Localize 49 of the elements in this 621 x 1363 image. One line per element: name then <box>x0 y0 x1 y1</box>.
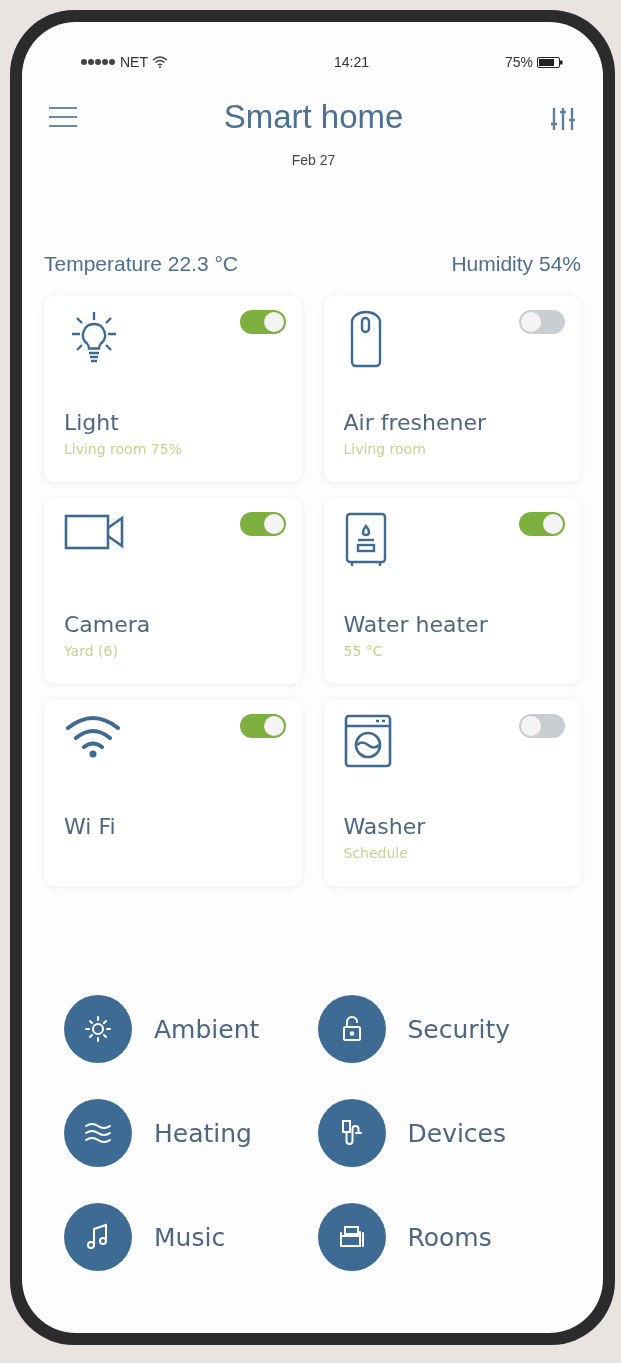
device-card[interactable]: Wi Fi <box>44 700 302 886</box>
plug-icon <box>317 1099 386 1167</box>
app-title: Smart home <box>223 98 404 136</box>
toggle-switch[interactable] <box>239 310 286 334</box>
device-detail: Living room <box>343 441 427 457</box>
toggle-switch[interactable] <box>519 512 565 536</box>
washing-machine-icon <box>343 714 392 768</box>
music-note-icon <box>64 1203 132 1271</box>
category-button[interactable]: Music <box>64 1203 318 1271</box>
device-name: Camera <box>64 612 152 637</box>
device-card[interactable]: Water heater 55 °C <box>323 498 581 684</box>
category-button[interactable]: Heating <box>64 1099 318 1167</box>
humidity-text: Humidity 54% <box>451 252 581 276</box>
device-detail: 55 °C <box>343 643 384 659</box>
waves-icon <box>64 1099 132 1167</box>
wifi-icon <box>64 714 122 758</box>
category-button[interactable]: Devices <box>317 1099 571 1167</box>
device-detail: Schedule <box>343 845 409 861</box>
battery-icon <box>537 56 563 68</box>
padlock-icon <box>317 995 386 1063</box>
toggle-switch[interactable] <box>239 512 286 536</box>
sun-icon <box>64 995 132 1063</box>
category-button[interactable]: Security <box>317 995 571 1063</box>
device-card[interactable]: Washer Schedule <box>323 700 581 886</box>
toggle-switch[interactable] <box>519 310 565 334</box>
toggle-switch[interactable] <box>519 714 565 738</box>
category-button[interactable]: Ambient <box>64 995 318 1063</box>
toggle-switch[interactable] <box>239 714 286 738</box>
date-text: Feb 27 <box>291 152 336 168</box>
device-detail: Living room 75% <box>64 441 183 457</box>
battery-text: 75% <box>504 54 533 70</box>
device-name: Water heater <box>343 612 489 637</box>
device-name: Air freshener <box>343 410 487 435</box>
device-name: Light <box>64 410 120 435</box>
water-heater-icon <box>343 512 388 568</box>
sofa-icon <box>317 1203 386 1271</box>
category-button[interactable]: Rooms <box>317 1203 571 1271</box>
device-detail: Yard (6) <box>64 643 119 659</box>
carrier-text: NET <box>120 54 148 70</box>
clock-text: 14:21 <box>333 54 369 70</box>
device-card[interactable]: Air freshener Living room <box>323 296 581 482</box>
device-card[interactable]: Light Living room 75% <box>44 296 302 482</box>
device-name: Wi Fi <box>64 814 117 839</box>
wifi-icon <box>152 56 168 68</box>
signal-icon <box>80 58 116 66</box>
video-camera-icon <box>64 512 126 552</box>
temperature-text: Temperature 22.3 °C <box>44 252 238 276</box>
device-name: Washer <box>343 814 427 839</box>
device-card[interactable]: Camera Yard (6) <box>44 498 302 684</box>
